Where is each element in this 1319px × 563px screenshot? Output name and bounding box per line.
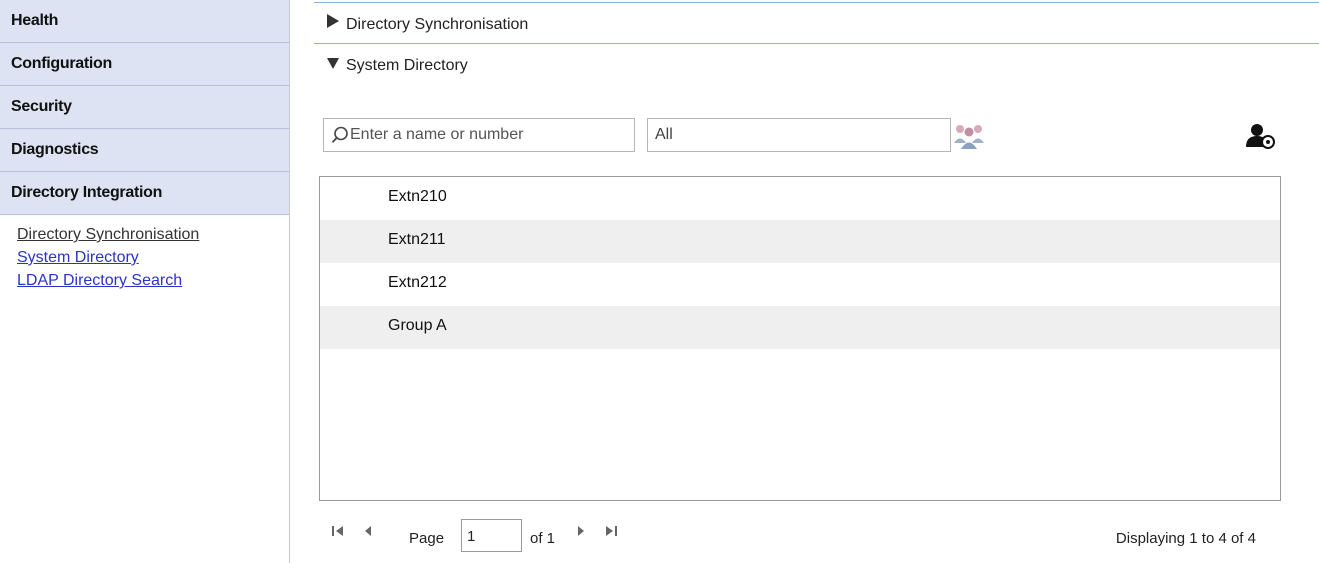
- accordion-label: Directory Synchronisation: [346, 16, 529, 33]
- link-ldap-directory-search[interactable]: LDAP Directory Search: [17, 269, 289, 292]
- page-number-input[interactable]: 1: [461, 519, 522, 552]
- first-page-icon[interactable]: [331, 523, 345, 543]
- triangle-right-icon: [326, 3, 346, 47]
- nav-section-security[interactable]: Security: [0, 86, 289, 129]
- filter-select[interactable]: All: [647, 118, 951, 152]
- user-settings-icon[interactable]: [1244, 122, 1284, 152]
- accordion-label: System Directory: [346, 57, 468, 74]
- triangle-down-icon: [326, 44, 346, 88]
- link-system-directory[interactable]: System Directory: [17, 246, 289, 269]
- nav-section-directory-integration[interactable]: Directory Integration: [0, 172, 289, 215]
- page-count-label: of 1: [530, 530, 556, 547]
- link-directory-synchronisation[interactable]: Directory Synchronisation: [17, 223, 289, 246]
- sidebar: Health Configuration Security Diagnostic…: [0, 0, 290, 563]
- search-input[interactable]: [348, 121, 628, 149]
- page-label: Page: [409, 530, 445, 547]
- accordion-directory-synchronisation[interactable]: Directory Synchronisation: [314, 2, 1319, 42]
- directory-list: Extn210 Extn211 Extn212 Group A: [319, 176, 1281, 501]
- list-item[interactable]: Extn212: [320, 263, 1280, 306]
- search-box: [323, 118, 635, 152]
- next-page-icon[interactable]: [576, 523, 586, 543]
- nav-section-health[interactable]: Health: [0, 0, 289, 43]
- list-item[interactable]: Extn211: [320, 220, 1280, 263]
- nav-section-diagnostics[interactable]: Diagnostics: [0, 129, 289, 172]
- displaying-count: Displaying 1 to 4 of 4: [1115, 530, 1256, 547]
- list-item[interactable]: Extn210: [320, 177, 1280, 220]
- group-icon[interactable]: [951, 121, 987, 151]
- last-page-icon[interactable]: [604, 523, 618, 543]
- previous-page-icon[interactable]: [363, 523, 373, 543]
- pager: Page 1 of 1 Displaying 1 to 4 of 4: [322, 516, 1284, 552]
- nav-section-configuration[interactable]: Configuration: [0, 43, 289, 86]
- main-panel: Directory Synchronisation System Directo…: [314, 0, 1319, 563]
- list-item[interactable]: Group A: [320, 306, 1280, 349]
- directory-integration-links: Directory Synchronisation System Directo…: [0, 215, 289, 292]
- accordion-system-directory[interactable]: System Directory: [314, 43, 1319, 83]
